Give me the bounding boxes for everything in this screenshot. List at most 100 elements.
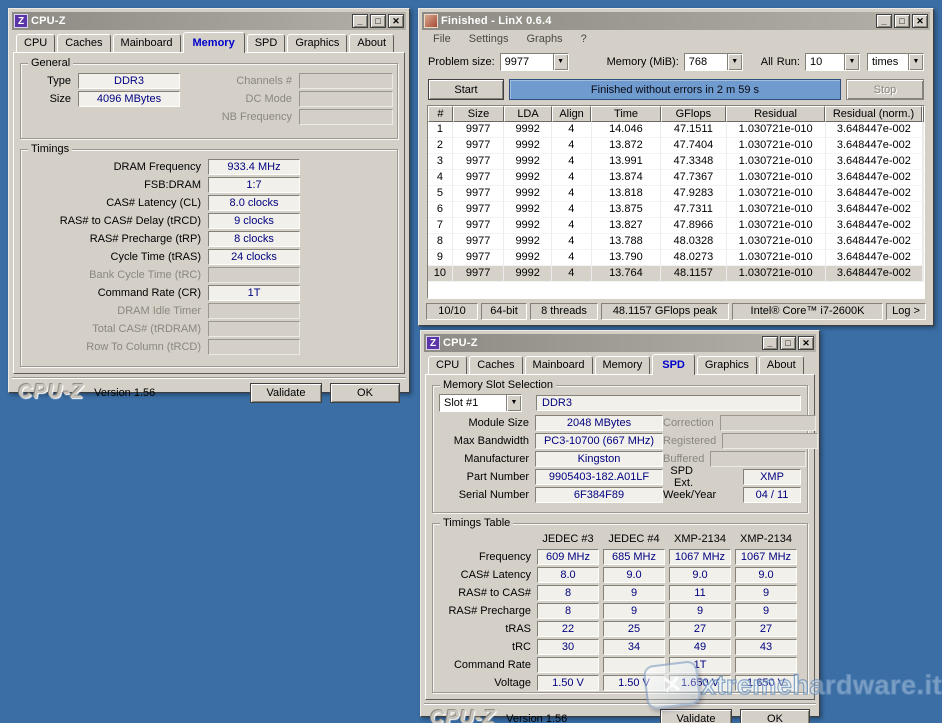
chevron-down-icon[interactable]: ▼ xyxy=(908,54,923,70)
slot-combo[interactable]: Slot #1 ▼ xyxy=(439,394,522,412)
table-cell: 3.648447e-002 xyxy=(826,202,923,218)
validate-button[interactable]: Validate xyxy=(660,709,732,723)
tab-memory[interactable]: Memory xyxy=(183,32,245,53)
memory-combo[interactable]: 768 ▼ xyxy=(684,53,743,71)
column-header xyxy=(922,106,924,122)
timing-value xyxy=(208,267,300,283)
timing-value: 1:7 xyxy=(208,177,300,193)
table-row[interactable]: 899779992413.78848.03281.030721e-0103.64… xyxy=(428,234,924,250)
cpuz-memory-titlebar[interactable]: Z CPU-Z _ □ ✕ xyxy=(12,12,406,30)
menu-item-settings[interactable]: Settings xyxy=(460,31,518,47)
close-icon[interactable]: ✕ xyxy=(388,14,404,28)
ok-button[interactable]: OK xyxy=(330,383,400,403)
table-row[interactable]: 299779992413.87247.74041.030721e-0103.64… xyxy=(428,138,924,154)
spd-label: Module Size xyxy=(433,417,529,429)
linx-statusbar: 10/1064-bit8 threads48.1157 GFlops peakI… xyxy=(422,301,930,322)
stop-button[interactable]: Stop xyxy=(846,79,924,100)
progress-bar: Finished without errors in 2 m 59 s xyxy=(509,79,841,100)
tab-mainboard[interactable]: Mainboard xyxy=(525,356,593,374)
maximize-icon[interactable]: □ xyxy=(780,336,796,350)
table-row[interactable]: 599779992413.81847.92831.030721e-0103.64… xyxy=(428,186,924,202)
tab-spd[interactable]: SPD xyxy=(247,34,286,52)
menu-item-graphs[interactable]: Graphs xyxy=(517,31,571,47)
timings-table-header: JEDEC #3JEDEC #4XMP-2134XMP-2134 xyxy=(433,530,807,548)
cpuz-memory-window: Z CPU-Z _ □ ✕ CPUCachesMainboardMemorySP… xyxy=(8,8,410,393)
problem-size-label: Problem size: xyxy=(428,56,495,68)
spd-label: SPD Ext. xyxy=(663,465,693,489)
slot-type-value: DDR3 xyxy=(536,395,801,411)
table-row[interactable]: 499779992413.87447.73671.030721e-0103.64… xyxy=(428,170,924,186)
column-header[interactable]: GFlops xyxy=(661,106,726,122)
table-cell: 47.7367 xyxy=(661,170,726,186)
chevron-down-icon[interactable]: ▼ xyxy=(553,54,568,70)
tab-cpu[interactable]: CPU xyxy=(16,34,55,52)
timing-value: 27 xyxy=(669,621,731,637)
spd-value xyxy=(722,433,818,449)
column-header[interactable]: Time xyxy=(591,106,660,122)
linx-titlebar[interactable]: Finished - LinX 0.6.4 _ □ ✕ xyxy=(422,12,930,30)
cpuz-spd-titlebar[interactable]: Z CPU-Z _ □ ✕ xyxy=(424,334,816,352)
chevron-down-icon[interactable]: ▼ xyxy=(506,395,521,411)
table-cell: 4 xyxy=(552,186,592,202)
table-cell: 9977 xyxy=(453,170,505,186)
chevron-down-icon[interactable]: ▼ xyxy=(727,54,742,70)
tab-graphics[interactable]: Graphics xyxy=(697,356,757,374)
close-icon[interactable]: ✕ xyxy=(798,336,814,350)
column-header[interactable]: Residual (norm.) xyxy=(825,106,922,122)
problem-size-combo[interactable]: 9977 ▼ xyxy=(500,53,569,71)
tab-graphics[interactable]: Graphics xyxy=(287,34,347,52)
timing-value: 22 xyxy=(537,621,599,637)
spd-value: XMP xyxy=(743,469,801,485)
tab-memory[interactable]: Memory xyxy=(595,356,651,374)
cpuz-logo: CPU-Z xyxy=(18,381,84,404)
timings-table-row: Command Rate1T xyxy=(433,656,807,674)
column-header[interactable]: Residual xyxy=(726,106,825,122)
linx-results-table[interactable]: #SizeLDAAlignTimeGFlopsResidualResidual … xyxy=(427,105,925,299)
ok-button[interactable]: OK xyxy=(740,709,810,723)
start-button[interactable]: Start xyxy=(428,79,504,100)
tab-mainboard[interactable]: Mainboard xyxy=(113,34,181,52)
column-header[interactable]: # xyxy=(428,106,453,122)
table-cell: 4 xyxy=(552,170,592,186)
log-button[interactable]: Log > xyxy=(886,303,926,320)
tab-spd[interactable]: SPD xyxy=(652,354,695,375)
menu-item-help[interactable]: ? xyxy=(572,31,596,47)
column-header[interactable]: Size xyxy=(453,106,504,122)
cpuz-app-icon: Z xyxy=(426,336,440,350)
validate-button[interactable]: Validate xyxy=(250,383,322,403)
tab-about[interactable]: About xyxy=(759,356,804,374)
menu-item-file[interactable]: File xyxy=(424,31,460,47)
times-combo[interactable]: times ▼ xyxy=(867,53,924,71)
tab-caches[interactable]: Caches xyxy=(57,34,110,52)
table-row[interactable]: 699779992413.87547.73111.030721e-0103.64… xyxy=(428,202,924,218)
minimize-icon[interactable]: _ xyxy=(762,336,778,350)
tab-cpu[interactable]: CPU xyxy=(428,356,467,374)
tab-about[interactable]: About xyxy=(349,34,394,52)
maximize-icon[interactable]: □ xyxy=(370,14,386,28)
profile-column-header: XMP-2134 xyxy=(669,533,731,545)
chevron-down-icon[interactable]: ▼ xyxy=(844,54,859,70)
table-row[interactable]: 399779992413.99147.33481.030721e-0103.64… xyxy=(428,154,924,170)
minimize-icon[interactable]: _ xyxy=(876,14,892,28)
table-cell: 9992 xyxy=(504,218,552,234)
table-cell: 1.030721e-010 xyxy=(727,138,826,154)
timings-table-row: CAS# Latency8.09.09.09.0 xyxy=(433,566,807,584)
run-combo[interactable]: 10 ▼ xyxy=(805,53,860,71)
table-row[interactable]: 799779992413.82747.89661.030721e-0103.64… xyxy=(428,218,924,234)
column-header[interactable]: LDA xyxy=(504,106,552,122)
close-icon[interactable]: ✕ xyxy=(912,14,928,28)
table-row[interactable]: 199779992414.04647.15111.030721e-0103.64… xyxy=(428,122,924,138)
timing-value: 8 xyxy=(537,603,599,619)
table-row[interactable]: 1099779992413.76448.11571.030721e-0103.6… xyxy=(428,266,924,282)
cpuz-spd-tabpanel: Memory Slot Selection Slot #1 ▼ DDR3 Mod… xyxy=(425,374,815,700)
table-cell xyxy=(923,138,924,154)
minimize-icon[interactable]: _ xyxy=(352,14,368,28)
table-cell: 47.7404 xyxy=(661,138,726,154)
linx-app-icon xyxy=(424,14,438,28)
table-row[interactable]: 999779992413.79048.02731.030721e-0103.64… xyxy=(428,250,924,266)
tab-caches[interactable]: Caches xyxy=(469,356,522,374)
maximize-icon[interactable]: □ xyxy=(894,14,910,28)
column-header[interactable]: Align xyxy=(552,106,592,122)
timings-table-row: Voltage1.50 V1.50 V1.650 V1.650 V xyxy=(433,674,807,692)
size-value: 4096 MBytes xyxy=(78,91,180,107)
